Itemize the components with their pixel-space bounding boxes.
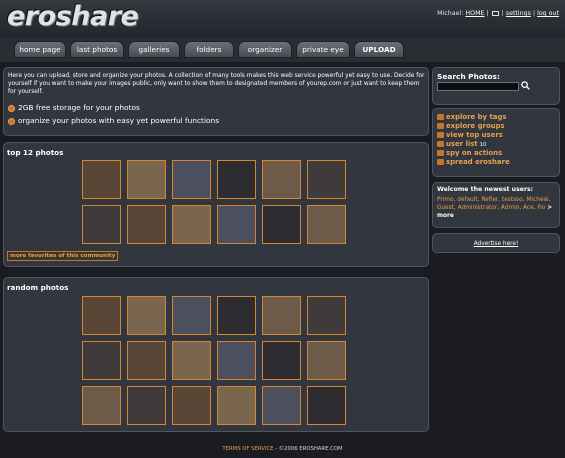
photo-thumbnail[interactable] bbox=[307, 386, 346, 425]
more-favorites-link[interactable]: more favorites of this community bbox=[7, 251, 119, 261]
user-bar: Michael: HOME | | settings | log out bbox=[437, 10, 559, 17]
user-icon bbox=[437, 132, 444, 138]
tab-folders[interactable]: folders bbox=[184, 41, 234, 58]
main-nav: home page last photos galleries folders … bbox=[0, 38, 565, 62]
user-count: 10 bbox=[479, 142, 487, 148]
site-logo[interactable]: eroshare bbox=[7, 1, 139, 32]
footer: TERMS OF SERVICE - ©2006 EROSHARE.COM bbox=[0, 446, 565, 452]
photo-thumbnail[interactable] bbox=[217, 341, 256, 380]
photo-thumbnail[interactable] bbox=[127, 296, 166, 335]
photo-thumbnail[interactable] bbox=[172, 205, 211, 244]
spread-eroshare-link[interactable]: spread eroshare bbox=[437, 158, 510, 166]
spy-on-actions-link[interactable]: spy on actions bbox=[437, 149, 502, 157]
search-icon[interactable] bbox=[521, 81, 530, 90]
tag-icon bbox=[437, 114, 444, 120]
top-photos-title: top 12 photos bbox=[7, 148, 64, 157]
photo-thumbnail[interactable] bbox=[127, 205, 166, 244]
photo-thumbnail[interactable] bbox=[262, 160, 301, 199]
photo-thumbnail[interactable] bbox=[262, 205, 301, 244]
tab-organizer[interactable]: organizer bbox=[238, 41, 292, 58]
mail-icon[interactable] bbox=[491, 10, 499, 16]
advertise-link[interactable]: Advertise here! bbox=[432, 241, 560, 247]
photo-thumbnail[interactable] bbox=[217, 386, 256, 425]
terms-of-service-link[interactable]: TERMS OF SERVICE bbox=[222, 446, 273, 452]
explore-tags-link[interactable]: explore by tags bbox=[437, 113, 506, 121]
newest-users-title: Welcome the newest users: bbox=[437, 186, 534, 193]
logout-link[interactable]: log out bbox=[537, 10, 559, 17]
tab-galleries[interactable]: galleries bbox=[128, 41, 180, 58]
photo-thumbnail[interactable] bbox=[217, 205, 256, 244]
photo-thumbnail[interactable] bbox=[127, 341, 166, 380]
search-input[interactable] bbox=[437, 82, 519, 91]
feature-item: 2GB free storage for your photos bbox=[8, 103, 140, 112]
photo-thumbnail[interactable] bbox=[82, 160, 121, 199]
intro-text: Here you can upload, store and organize … bbox=[8, 73, 425, 95]
tab-home-page[interactable]: home page bbox=[14, 41, 66, 58]
list-icon bbox=[437, 141, 444, 147]
photo-thumbnail[interactable] bbox=[172, 296, 211, 335]
photo-thumbnail[interactable] bbox=[82, 205, 121, 244]
photo-thumbnail[interactable] bbox=[217, 296, 256, 335]
copyright: - ©2006 EROSHARE.COM bbox=[275, 446, 343, 452]
photo-thumbnail[interactable] bbox=[262, 296, 301, 335]
newest-users-list: Primo, default, Refler, testsso, Micheal… bbox=[437, 196, 559, 220]
view-top-users-link[interactable]: view top users bbox=[437, 131, 503, 139]
tab-last-photos[interactable]: last photos bbox=[70, 41, 124, 58]
explore-groups-link[interactable]: explore groups bbox=[437, 122, 505, 130]
user-list-link[interactable]: user list 10 bbox=[437, 140, 486, 148]
photo-thumbnail[interactable] bbox=[217, 160, 256, 199]
groups-icon bbox=[437, 123, 444, 129]
photo-thumbnail[interactable] bbox=[262, 386, 301, 425]
user-name: Michael bbox=[437, 10, 462, 17]
settings-link[interactable]: settings bbox=[506, 10, 531, 17]
tab-private-eye[interactable]: private eye bbox=[296, 41, 350, 58]
search-title: Search Photos: bbox=[437, 72, 500, 81]
photo-thumbnail[interactable] bbox=[82, 296, 121, 335]
tab-upload[interactable]: UPLOAD bbox=[354, 41, 404, 58]
photo-thumbnail[interactable] bbox=[307, 205, 346, 244]
newest-users-names[interactable]: Primo, default, Refler, testsso, Micheal… bbox=[437, 197, 550, 211]
photo-thumbnail[interactable] bbox=[172, 160, 211, 199]
bullet-icon bbox=[8, 117, 15, 125]
home-link[interactable]: HOME bbox=[465, 10, 484, 17]
eye-icon bbox=[437, 150, 444, 156]
top-photos-panel bbox=[3, 142, 429, 267]
photo-thumbnail[interactable] bbox=[307, 296, 346, 335]
photo-thumbnail[interactable] bbox=[82, 386, 121, 425]
bullet-icon bbox=[8, 104, 15, 112]
photo-thumbnail[interactable] bbox=[172, 341, 211, 380]
photo-thumbnail[interactable] bbox=[307, 160, 346, 199]
photo-thumbnail[interactable] bbox=[127, 160, 166, 199]
photo-thumbnail[interactable] bbox=[307, 341, 346, 380]
photo-thumbnail[interactable] bbox=[262, 341, 301, 380]
feature-item: organize your photos with easy yet power… bbox=[8, 116, 219, 125]
random-photos-panel bbox=[3, 277, 429, 432]
photo-thumbnail[interactable] bbox=[127, 386, 166, 425]
header: eroshare Michael: HOME | | settings | lo… bbox=[0, 0, 565, 38]
random-photos-title: random photos bbox=[7, 283, 69, 292]
photo-thumbnail[interactable] bbox=[172, 386, 211, 425]
share-icon bbox=[437, 159, 444, 165]
photo-thumbnail[interactable] bbox=[82, 341, 121, 380]
